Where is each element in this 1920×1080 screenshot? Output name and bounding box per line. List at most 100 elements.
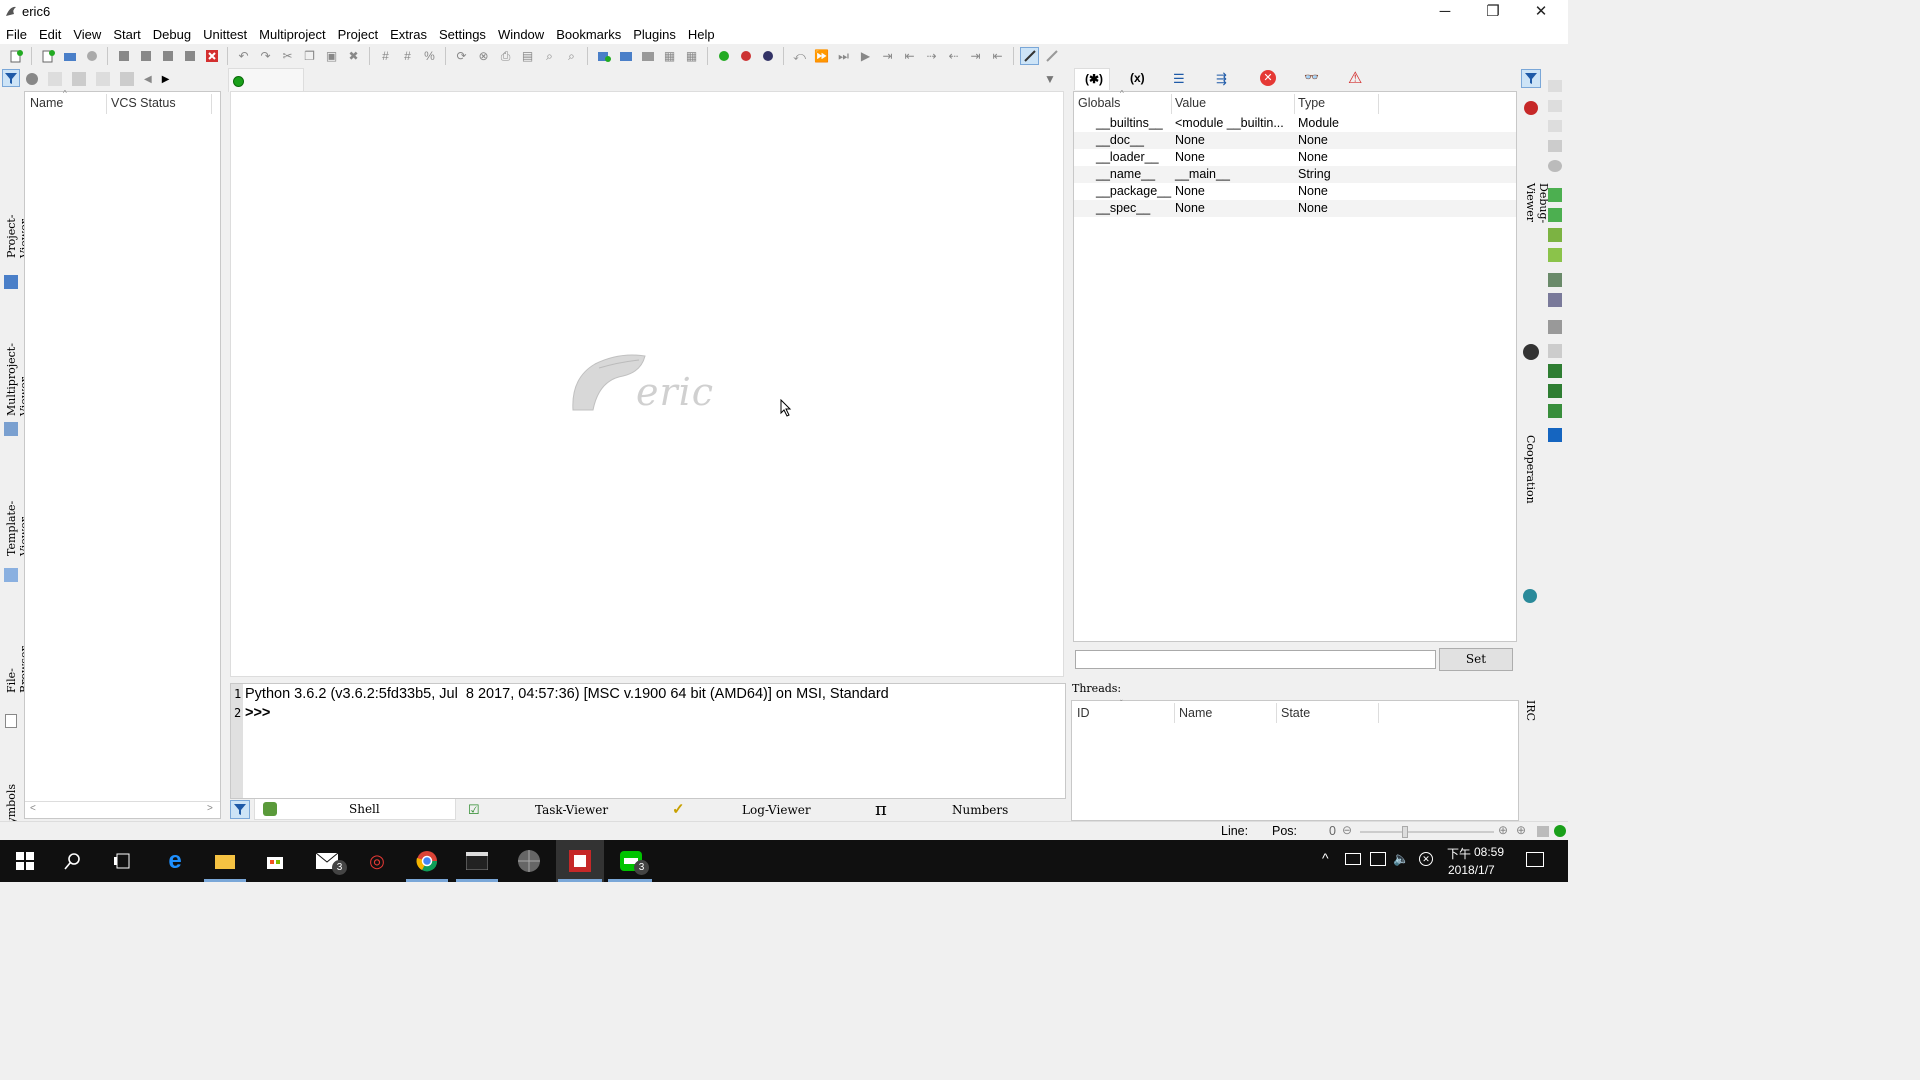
action-center-icon[interactable] bbox=[1526, 852, 1544, 867]
continue-to-cursor-icon[interactable]: ⏭ bbox=[834, 47, 853, 65]
table-row[interactable]: __spec__ None None bbox=[1074, 200, 1516, 217]
cut-icon[interactable]: ✂ bbox=[278, 47, 297, 65]
column-header-value[interactable]: Value bbox=[1175, 96, 1206, 110]
menu-settings[interactable]: Settings bbox=[433, 27, 492, 42]
copy-icon[interactable]: ❐ bbox=[300, 47, 319, 65]
open-file-icon[interactable] bbox=[60, 47, 79, 65]
debug-script-icon[interactable] bbox=[736, 47, 755, 65]
tab-log-viewer[interactable]: Log-Viewer bbox=[742, 803, 811, 817]
table-row[interactable]: __name__ __main__ String bbox=[1074, 166, 1516, 183]
save-project-icon[interactable]: ▦ bbox=[660, 47, 679, 65]
tool-15-icon[interactable] bbox=[1548, 384, 1562, 398]
settings-gear-icon[interactable] bbox=[1548, 160, 1562, 172]
tab-global-variables[interactable]: (✱) bbox=[1074, 68, 1110, 90]
call-trace-icon[interactable]: ⇶ bbox=[1216, 71, 1227, 87]
tool-1-icon[interactable] bbox=[1548, 80, 1562, 92]
globe-app-icon[interactable] bbox=[504, 840, 554, 882]
stop-debug-icon[interactable]: ⇢ bbox=[922, 47, 941, 65]
task-view-icon[interactable] bbox=[98, 840, 148, 882]
zoom-out-icon[interactable]: ⊖ bbox=[1342, 823, 1352, 837]
tool-6-icon[interactable] bbox=[1548, 188, 1562, 202]
tab-cooperation[interactable]: Cooperation bbox=[1524, 435, 1537, 504]
column-header-thread-name[interactable]: Name bbox=[1179, 706, 1212, 720]
left-filter-icon[interactable] bbox=[2, 69, 20, 87]
step-out-icon[interactable]: ⇤ bbox=[900, 47, 919, 65]
scroll-tabs-right-icon[interactable]: ▶ bbox=[162, 74, 170, 85]
close-button[interactable]: ✕ bbox=[1518, 0, 1564, 24]
watchpoints-icon[interactable]: 👓 bbox=[1304, 70, 1319, 84]
tray-x-icon[interactable]: ✕ bbox=[1419, 852, 1433, 866]
terminal-icon[interactable] bbox=[452, 840, 502, 882]
menu-debug[interactable]: Debug bbox=[147, 27, 197, 42]
column-header-name[interactable]: Name bbox=[30, 96, 63, 110]
zoom-slider[interactable] bbox=[1360, 826, 1494, 838]
project-forms-icon[interactable] bbox=[48, 72, 62, 86]
file-browser-icon[interactable] bbox=[5, 714, 17, 728]
edge-browser-icon[interactable]: e bbox=[150, 840, 200, 882]
save-as-icon[interactable] bbox=[136, 47, 155, 65]
breakpoints-icon[interactable]: ✕ bbox=[1260, 70, 1276, 86]
table-row[interactable]: __loader__ None None bbox=[1074, 149, 1516, 166]
tool-13-icon[interactable] bbox=[1548, 344, 1562, 358]
undo-icon[interactable]: ↶ bbox=[234, 47, 253, 65]
minimize-button[interactable]: ─ bbox=[1422, 0, 1468, 24]
step-into-icon[interactable]: ⇥ bbox=[966, 47, 985, 65]
eric-taskbar-icon[interactable] bbox=[555, 840, 605, 882]
app-red-icon[interactable]: ◎ bbox=[352, 840, 402, 882]
menu-bookmarks[interactable]: Bookmarks bbox=[550, 27, 627, 42]
variable-value-input[interactable] bbox=[1075, 650, 1436, 669]
debug-mode-icon[interactable] bbox=[1042, 47, 1061, 65]
editor-tab[interactable] bbox=[228, 68, 304, 92]
close-project-icon[interactable] bbox=[638, 47, 657, 65]
tab-numbers[interactable]: Numbers bbox=[952, 803, 1008, 817]
tool-4-icon[interactable] bbox=[1548, 140, 1562, 152]
column-header-type[interactable]: Type bbox=[1298, 96, 1325, 110]
menu-help[interactable]: Help bbox=[682, 27, 721, 42]
menu-window[interactable]: Window bbox=[492, 27, 550, 42]
menu-plugins[interactable]: Plugins bbox=[627, 27, 682, 42]
run-project-icon[interactable] bbox=[758, 47, 777, 65]
exceptions-icon[interactable]: ⚠ bbox=[1348, 68, 1362, 88]
show-hidden-icons-icon[interactable]: ^ bbox=[1322, 850, 1329, 866]
chrome-icon[interactable] bbox=[402, 840, 452, 882]
clock-time[interactable]: 08:59 bbox=[1474, 845, 1504, 859]
save-copy-icon[interactable] bbox=[158, 47, 177, 65]
restore-button[interactable]: ❐ bbox=[1470, 0, 1516, 24]
tool-2-icon[interactable] bbox=[1548, 100, 1562, 112]
new-project-icon[interactable] bbox=[594, 47, 613, 65]
tool-17-icon[interactable] bbox=[1548, 428, 1562, 442]
tool-7-icon[interactable] bbox=[1548, 208, 1562, 222]
tool-16-icon[interactable] bbox=[1548, 404, 1562, 418]
run-script-icon[interactable] bbox=[714, 47, 733, 65]
column-header-id[interactable]: ID bbox=[1077, 706, 1090, 720]
file-explorer-icon[interactable] bbox=[200, 840, 250, 882]
print-preview-icon[interactable]: ▤ bbox=[518, 47, 537, 65]
uncomment-icon[interactable]: # bbox=[398, 47, 417, 65]
start-windows-icon[interactable] bbox=[0, 840, 50, 882]
toggle-comment-icon[interactable]: % bbox=[420, 47, 439, 65]
restart-icon[interactable]: ⤺ bbox=[790, 47, 809, 65]
template-viewer-icon[interactable] bbox=[4, 568, 18, 582]
tab-shell[interactable]: Shell bbox=[254, 799, 456, 820]
project-resources-icon[interactable] bbox=[72, 72, 86, 86]
move-instruction-icon[interactable]: ⇠ bbox=[944, 47, 963, 65]
reload-icon[interactable]: ⟳ bbox=[452, 47, 471, 65]
tool-9-icon[interactable] bbox=[1548, 248, 1562, 262]
scroll-tabs-left-icon[interactable]: ◀ bbox=[144, 74, 152, 85]
irc-icon[interactable] bbox=[1523, 589, 1537, 603]
save-icon[interactable] bbox=[114, 47, 133, 65]
open-project-icon[interactable] bbox=[616, 47, 635, 65]
continue-icon[interactable]: ⏩ bbox=[812, 47, 831, 65]
zoom-reset-icon[interactable]: ⊕ bbox=[1516, 823, 1526, 837]
redo-icon[interactable]: ↷ bbox=[256, 47, 275, 65]
find-replace-icon[interactable]: ⌕ bbox=[562, 47, 581, 65]
delete-icon[interactable]: ✖ bbox=[344, 47, 363, 65]
step-back-icon[interactable]: ⇤ bbox=[988, 47, 1007, 65]
menu-view[interactable]: View bbox=[67, 27, 107, 42]
horizontal-scrollbar[interactable]: < > bbox=[25, 801, 220, 818]
right-filter-icon[interactable] bbox=[1521, 69, 1541, 88]
menu-file[interactable]: File bbox=[0, 27, 33, 42]
quit-icon[interactable] bbox=[202, 47, 221, 65]
new-window-icon[interactable] bbox=[38, 47, 57, 65]
set-button[interactable]: Set bbox=[1439, 648, 1513, 671]
